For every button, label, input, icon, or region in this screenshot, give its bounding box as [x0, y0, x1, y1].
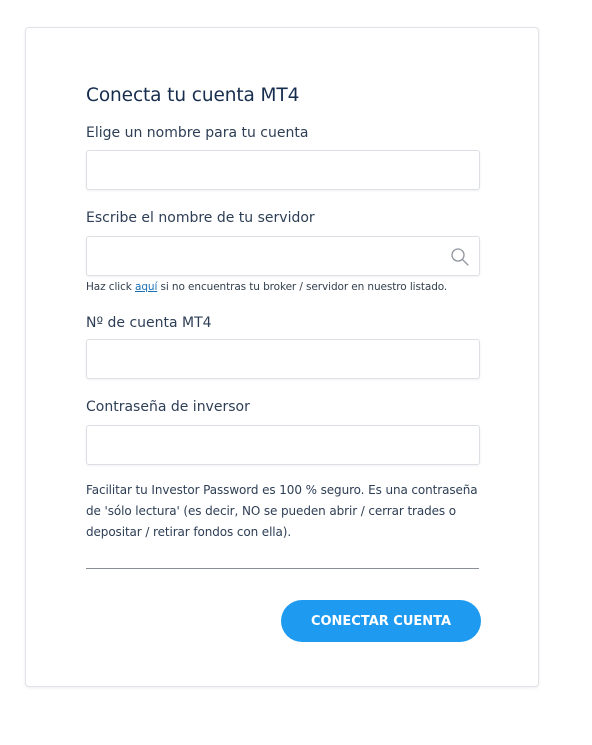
- investor-password-input[interactable]: [87, 426, 479, 464]
- hint-suffix: si no encuentras tu broker / servidor en…: [157, 281, 448, 293]
- server-field[interactable]: [86, 236, 480, 276]
- form-title: Conecta tu cuenta MT4: [86, 85, 300, 106]
- account-name-label: Elige un nombre para tu cuenta: [86, 125, 309, 141]
- hint-link[interactable]: aquí: [135, 281, 157, 293]
- investor-password-label: Contraseña de inversor: [86, 399, 250, 415]
- account-number-input[interactable]: [87, 340, 479, 378]
- server-input[interactable]: [87, 237, 479, 275]
- search-icon[interactable]: [450, 247, 470, 267]
- investor-password-field[interactable]: [86, 425, 480, 465]
- connect-account-button[interactable]: CONECTAR CUENTA: [281, 600, 481, 642]
- server-hint: Haz click aquí si no encuentras tu broke…: [86, 281, 447, 293]
- security-note: Facilitar tu Investor Password es 100 % …: [86, 483, 478, 539]
- account-name-field[interactable]: [86, 150, 480, 190]
- account-number-field[interactable]: [86, 339, 480, 379]
- hint-prefix: Haz click: [86, 281, 135, 293]
- account-name-input[interactable]: [87, 151, 479, 189]
- divider: [86, 568, 479, 569]
- server-label: Escribe el nombre de tu servidor: [86, 210, 315, 226]
- account-number-label: Nº de cuenta MT4: [86, 315, 212, 331]
- connect-account-card: Conecta tu cuenta MT4 Elige un nombre pa…: [25, 27, 539, 687]
